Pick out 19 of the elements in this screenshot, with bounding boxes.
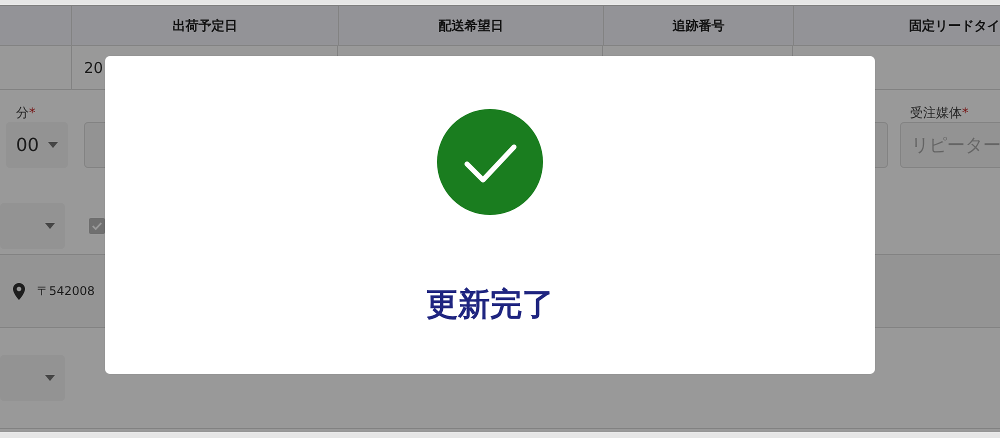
column-header: 出荷予定日 (172, 18, 238, 34)
dropdown-select[interactable] (0, 355, 65, 401)
required-mark: * (962, 106, 968, 121)
caret-icon (48, 142, 58, 148)
dialog-message: 更新完了 (426, 284, 554, 325)
field-label: 受注媒体 (910, 106, 962, 121)
table-cell: 20 (84, 58, 104, 76)
minute-select[interactable]: 00 (6, 122, 68, 168)
address-text: 〒542008 (37, 282, 95, 300)
column-header: 固定リードタイ (909, 18, 1000, 34)
location-pin-icon (13, 282, 25, 300)
caret-icon (45, 223, 55, 229)
field-label: 分 (16, 106, 29, 121)
required-mark: * (29, 106, 36, 121)
dropdown-select[interactable] (0, 203, 65, 249)
column-header: 配送希望日 (438, 18, 504, 34)
checkbox[interactable] (89, 218, 105, 234)
column-header: 追跡番号 (672, 18, 724, 34)
caret-icon (45, 375, 55, 381)
